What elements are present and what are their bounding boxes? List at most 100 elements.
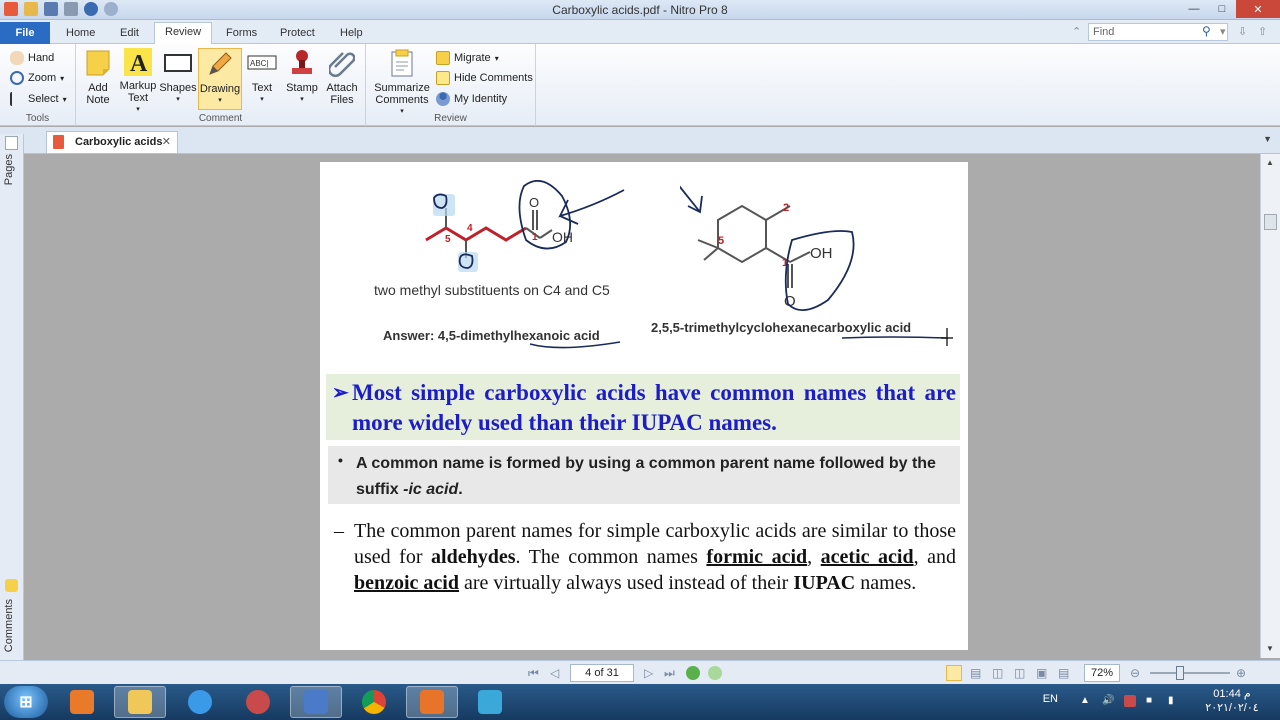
find-prev-icon[interactable]: ⇧ [1258, 25, 1267, 38]
close-tab-icon[interactable]: ✕ [162, 135, 171, 148]
single-page-view-icon[interactable] [946, 665, 962, 681]
language-indicator[interactable]: EN [1043, 693, 1058, 705]
fit-page-icon[interactable]: ▣ [1036, 666, 1047, 680]
tab-list-dropdown-icon[interactable]: ▼ [1263, 134, 1272, 144]
migrate-button[interactable]: Migrate ▾ [436, 49, 499, 67]
pages-panel-icon[interactable] [5, 136, 18, 150]
zoom-in-icon[interactable]: ⊕ [1236, 666, 1246, 680]
chevron-down-icon: ▾ [260, 96, 264, 103]
taskbar-nitro-pro[interactable] [406, 686, 458, 718]
attach-files-button[interactable]: Attach Files [324, 48, 360, 110]
start-button[interactable]: ⊞ [4, 686, 48, 718]
document-viewport[interactable]: 5 4 1 O OH two methyl substituents on C4… [28, 154, 1260, 658]
summarize-comments-button[interactable]: Summarize Comments ▾ [370, 48, 434, 115]
facing-continuous-icon[interactable]: ◫ [1014, 666, 1025, 680]
close-button[interactable]: ✕ [1236, 0, 1280, 18]
chevron-down-icon: ▾ [494, 53, 499, 63]
tab-edit[interactable]: Edit [110, 24, 149, 44]
show-hidden-icons[interactable]: ▲ [1080, 695, 1092, 707]
pdf-page: 5 4 1 O OH two methyl substituents on C4… [320, 162, 968, 650]
bullet-box: • A common name is formed by using a com… [328, 446, 960, 504]
svg-text:A: A [130, 51, 148, 76]
search-icon[interactable]: ⚲ [1202, 24, 1211, 38]
collapse-ribbon-icon[interactable]: ⌃ [1072, 25, 1081, 38]
cyclohexane-name: 2,5,5-trimethylcyclohexanecarboxylic aci… [651, 320, 912, 335]
select-button[interactable]: Select ▾ [10, 90, 67, 108]
continuous-view-icon[interactable]: ▤ [970, 666, 981, 680]
back-view-icon[interactable] [686, 666, 700, 680]
tab-help[interactable]: Help [330, 24, 373, 44]
my-identity-button[interactable]: My Identity [436, 90, 507, 108]
taskbar-chrome[interactable] [348, 686, 400, 718]
pdf-file-icon [53, 135, 64, 149]
chevron-down-icon[interactable]: ▾ [1220, 25, 1226, 38]
comments-panel-icon[interactable] [5, 579, 18, 592]
zoom-out-icon[interactable]: ⊖ [1130, 666, 1140, 680]
ring-number-5: 5 [718, 235, 724, 247]
hexanoic-acid-structure: 5 4 1 O OH [425, 180, 625, 272]
ribbon: Hand Zoom ▾ Select ▾ Tools Add Note A Ma… [0, 44, 1280, 126]
facing-view-icon[interactable]: ◫ [992, 666, 1003, 680]
zoom-level[interactable]: 72% [1084, 664, 1120, 682]
find-next-icon[interactable]: ⇩ [1238, 25, 1247, 38]
fit-width-icon[interactable]: ▤ [1058, 666, 1069, 680]
signal-icon[interactable]: ▮ [1168, 695, 1180, 707]
stamp-button[interactable]: Stamp ▾ [282, 48, 322, 110]
zoom-slider-thumb[interactable] [1176, 666, 1184, 680]
paperclip-icon [327, 48, 357, 78]
taskbar-internet-explorer[interactable] [174, 686, 226, 718]
hide-comments-button[interactable]: Hide Comments [436, 69, 533, 87]
scroll-up-icon[interactable]: ▲ [1266, 158, 1274, 167]
forward-view-icon[interactable] [708, 666, 722, 680]
page-indicator[interactable]: 4 of 31 [570, 664, 634, 682]
taskbar-explorer[interactable] [114, 686, 166, 718]
taskbar-camera[interactable] [464, 686, 516, 718]
media-player-icon [70, 690, 94, 714]
minimize-button[interactable]: — [1180, 0, 1208, 18]
tab-review[interactable]: Review [154, 22, 213, 45]
maximize-button[interactable]: □ [1208, 0, 1236, 18]
tab-home[interactable]: Home [56, 24, 105, 44]
scroll-down-icon[interactable]: ▼ [1266, 644, 1274, 653]
zoom-button[interactable]: Zoom ▾ [10, 69, 64, 87]
bond-line [789, 251, 811, 263]
text-cursor-icon [941, 328, 953, 346]
taskbar-app-swirl[interactable] [232, 686, 284, 718]
bullet-text: A common name is formed by using a commo… [356, 455, 936, 498]
drawing-button[interactable]: Drawing ▾ [198, 48, 242, 110]
zoom-slider[interactable] [1150, 672, 1230, 674]
pages-panel-tab[interactable]: Pages [3, 154, 15, 185]
volume-icon[interactable]: 🔊 [1102, 695, 1114, 707]
add-note-button[interactable]: Add Note [80, 48, 116, 110]
system-clock[interactable]: 01:44 م ٢٠٢١/٠٢/٠٤ [1192, 687, 1272, 715]
bond-line [539, 229, 553, 239]
next-page-icon[interactable]: ▷ [644, 666, 653, 680]
shapes-button[interactable]: Shapes ▾ [159, 48, 197, 110]
title-bar: Carboxylic acids.pdf - Nitro Pro 8 — □ ✕ [0, 0, 1280, 20]
network-icon[interactable]: ■ [1146, 695, 1158, 707]
scroll-thumb[interactable] [1264, 214, 1277, 230]
previous-page-icon[interactable]: ◁ [550, 666, 559, 680]
hydroxyl-label: OH [810, 245, 833, 262]
tab-forms[interactable]: Forms [216, 24, 267, 44]
carbon-number-5: 5 [445, 234, 451, 245]
comments-panel-tab[interactable]: Comments [3, 599, 15, 652]
first-page-icon[interactable]: ⏮ [528, 666, 539, 681]
text-button[interactable]: ABC| Text ▾ [244, 48, 280, 110]
hand-button[interactable]: Hand [10, 49, 54, 67]
file-menu[interactable]: File [0, 22, 50, 44]
sticky-note-icon [83, 48, 113, 78]
vertical-scrollbar[interactable]: ▲ ▼ [1260, 154, 1280, 658]
taskbar-security[interactable] [290, 686, 342, 718]
markup-text-button[interactable]: A Markup Text ▾ [118, 48, 158, 113]
document-tab[interactable]: Carboxylic acids ✕ [46, 131, 178, 153]
bond-line [697, 239, 719, 249]
hand-icon [10, 51, 24, 65]
document-tab-bar: Carboxylic acids ✕ ▼ [0, 127, 1280, 154]
tab-protect[interactable]: Protect [270, 24, 325, 44]
last-page-icon[interactable]: ⏭ [664, 666, 675, 681]
camera-icon [478, 690, 502, 714]
bond-line [703, 247, 719, 261]
taskbar-media-player[interactable] [56, 686, 108, 718]
power-icon[interactable] [1124, 695, 1136, 707]
